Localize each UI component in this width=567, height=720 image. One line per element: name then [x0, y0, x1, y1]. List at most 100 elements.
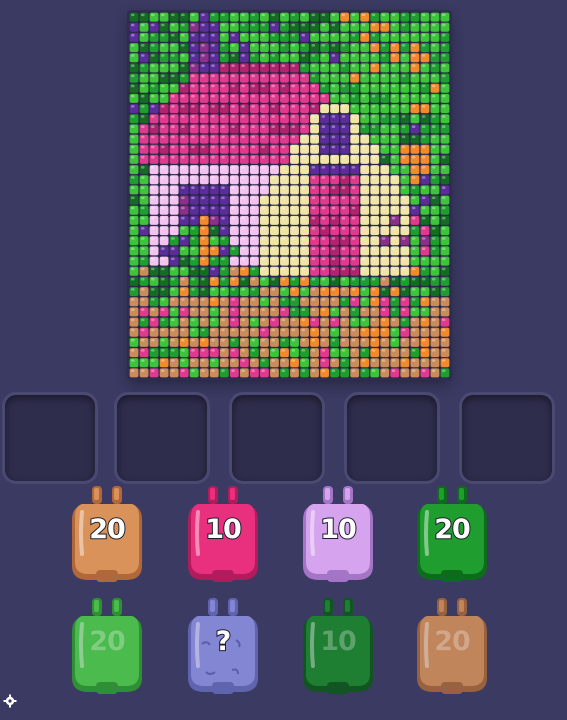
- pixel-bead-highlight: [301, 13, 306, 17]
- pixel-bead-highlight: [351, 84, 356, 88]
- pixel-bead-highlight: [201, 115, 205, 118]
- pixel-bead-highlight: [261, 44, 265, 47]
- pixel-bead-highlight: [441, 33, 446, 37]
- pixel-bead-highlight: [391, 105, 396, 108]
- pixel-bead-highlight: [441, 216, 446, 220]
- pixel-bead-highlight: [241, 338, 245, 342]
- pixel-bead-highlight: [391, 166, 396, 169]
- empty-slot[interactable]: [229, 392, 325, 484]
- pixel-bead-highlight: [141, 135, 145, 139]
- pixel-bead-highlight: [361, 74, 366, 78]
- pixel-bead-highlight: [141, 288, 145, 291]
- empty-slot[interactable]: [114, 392, 210, 484]
- pixel-bead-highlight: [411, 288, 416, 291]
- pixel-bead-highlight: [141, 257, 145, 261]
- gear-icon[interactable]: [3, 693, 17, 708]
- pixel-bead-highlight: [171, 227, 175, 230]
- pixel-bead-highlight: [211, 94, 215, 98]
- pixel-bead-highlight: [171, 64, 175, 67]
- pixel-bead-highlight: [141, 196, 145, 200]
- pixel-bead-highlight: [241, 84, 245, 88]
- pixel-bead-highlight: [401, 227, 406, 230]
- jar-count: ?: [215, 625, 233, 658]
- pixel-bead-highlight: [361, 155, 366, 159]
- pixel-bead-highlight: [241, 125, 245, 128]
- pixel-bead-highlight: [341, 125, 346, 128]
- pixel-bead-highlight: [401, 94, 406, 98]
- pixel-bead-highlight: [241, 74, 245, 78]
- pixel-bead-highlight: [321, 23, 326, 27]
- pixel-bead-highlight: [321, 257, 326, 261]
- pixel-bead-highlight: [271, 135, 275, 139]
- pixel-bead-highlight: [151, 64, 155, 67]
- pixel-bead-highlight: [141, 13, 145, 17]
- empty-slot[interactable]: [459, 392, 555, 484]
- pixel-bead-highlight: [301, 247, 306, 250]
- pixel-bead-highlight: [231, 176, 235, 179]
- pixel-bead-highlight: [201, 94, 205, 98]
- pixel-bead-highlight: [171, 44, 175, 47]
- yarn-jar[interactable]: 20: [66, 484, 148, 584]
- pixel-bead-highlight: [411, 359, 416, 362]
- pixel-bead-highlight: [251, 166, 255, 169]
- pixel-bead-highlight: [311, 176, 316, 179]
- pixel-bead-highlight: [271, 155, 275, 159]
- yarn-jar[interactable]: 20: [411, 484, 493, 584]
- pixel-bead-highlight: [251, 135, 255, 139]
- pixel-bead-highlight: [351, 206, 356, 210]
- empty-slot[interactable]: [2, 392, 98, 484]
- pixel-bead-highlight: [151, 257, 155, 261]
- pixel-bead-highlight: [401, 288, 406, 291]
- mystery-jar: ?: [182, 596, 264, 696]
- pixel-bead-highlight: [421, 105, 426, 108]
- pixel-bead-highlight: [271, 125, 275, 128]
- pixel-bead-highlight: [251, 308, 255, 311]
- pixel-bead-highlight: [161, 328, 165, 332]
- pixel-bead-highlight: [151, 359, 155, 362]
- pixel-bead-highlight: [371, 44, 376, 47]
- pixel-bead-highlight: [361, 308, 366, 311]
- pixel-bead-highlight: [221, 145, 225, 149]
- pixel-bead-highlight: [321, 54, 326, 57]
- pixel-bead-highlight: [441, 338, 446, 342]
- pixel-bead-highlight: [221, 84, 225, 88]
- pixel-bead-highlight: [411, 176, 416, 179]
- pixel-bead-highlight: [331, 166, 336, 169]
- pixel-bead-highlight: [311, 196, 316, 200]
- pixel-bead-highlight: [321, 298, 326, 301]
- pixel-bead-highlight: [441, 298, 446, 301]
- pixel-bead-highlight: [291, 176, 296, 179]
- pixel-bead-highlight: [221, 247, 225, 250]
- pixel-bead-highlight: [191, 94, 195, 98]
- yarn-jar[interactable]: 10: [182, 484, 264, 584]
- pixel-bead-highlight: [241, 155, 245, 159]
- pixel-bead-highlight: [311, 369, 316, 372]
- pixel-bead-highlight: [341, 196, 346, 200]
- pixel-bead-highlight: [361, 338, 366, 342]
- pixel-bead-highlight: [151, 176, 155, 179]
- pixel-bead-highlight: [251, 338, 255, 342]
- yarn-jar[interactable]: 10: [297, 484, 379, 584]
- pixel-bead-highlight: [341, 277, 346, 281]
- pixel-bead-highlight: [151, 227, 155, 230]
- pixel-bead-highlight: [141, 166, 145, 169]
- pixel-bead-highlight: [281, 247, 285, 250]
- pixel-bead-highlight: [171, 308, 175, 311]
- pixel-bead-highlight: [341, 318, 346, 322]
- pixel-bead-highlight: [371, 349, 376, 352]
- pixel-bead-highlight: [401, 369, 406, 372]
- pixel-bead-highlight: [411, 308, 416, 311]
- pixel-bead-highlight: [331, 227, 336, 230]
- pixel-bead-highlight: [341, 84, 346, 88]
- pixel-bead-highlight: [421, 13, 426, 17]
- pixel-bead-highlight: [251, 94, 255, 98]
- pixel-bead-highlight: [211, 155, 215, 159]
- empty-slot[interactable]: [344, 392, 440, 484]
- pixel-bead-highlight: [321, 176, 326, 179]
- pixel-bead-highlight: [191, 74, 195, 78]
- pixel-bead-highlight: [291, 44, 296, 47]
- yarn-jar: 20: [66, 596, 148, 696]
- pixel-bead-highlight: [151, 247, 155, 250]
- pixel-bead-highlight: [241, 318, 245, 322]
- pixel-bead-highlight: [361, 227, 366, 230]
